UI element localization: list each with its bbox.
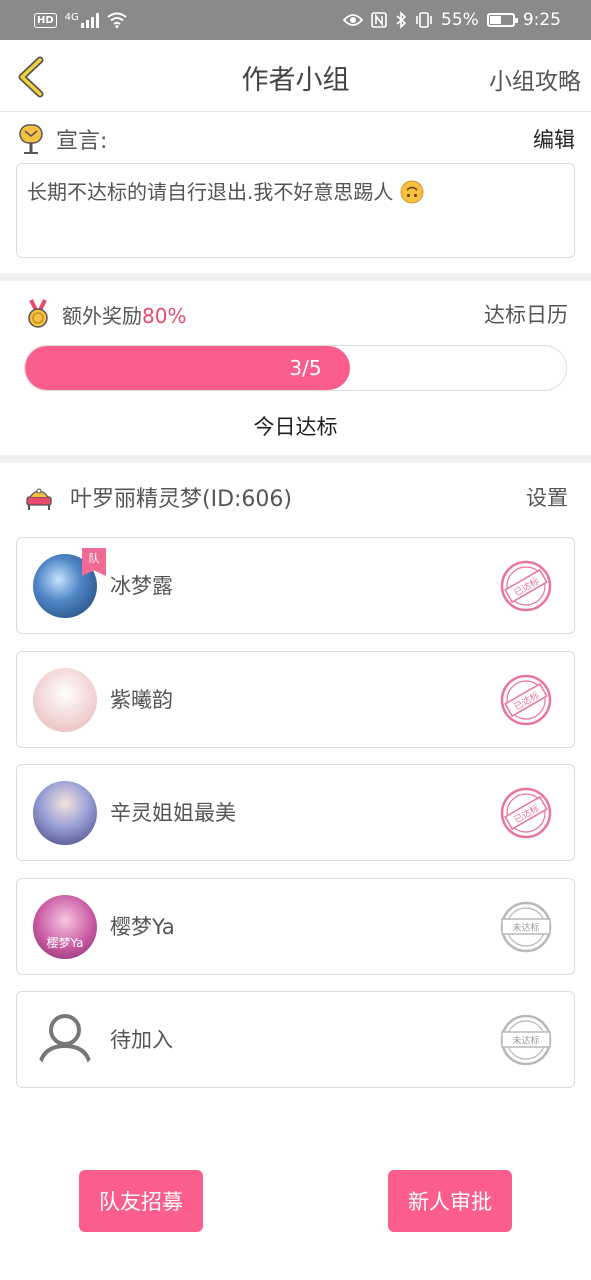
approve-button[interactable]: 新人审批: [388, 1170, 512, 1232]
upside-down-face-icon: [400, 180, 424, 204]
battery-percent: 55%: [441, 10, 479, 30]
reward-label-text: 额外奖励: [62, 303, 142, 328]
mailbox-icon: [19, 124, 43, 154]
vibrate-icon: [416, 12, 432, 28]
not-achieved-stamp-icon: 未达标: [500, 1014, 552, 1066]
achieved-stamp-icon: 已达标: [500, 560, 552, 612]
status-bar: HD 4G 55% 9:25: [0, 0, 591, 40]
member-name: 冰梦露: [110, 574, 173, 598]
bluetooth-icon: [396, 11, 407, 29]
member-card[interactable]: 辛灵姐姐最美 已达标: [16, 764, 575, 861]
signal-icon: [80, 12, 99, 28]
member-name: 紫曦韵: [110, 688, 173, 712]
today-label: 今日达标: [253, 415, 338, 439]
declaration-label: 宣言:: [56, 129, 108, 154]
edit-button[interactable]: 编辑: [533, 124, 575, 154]
progress-bar: 3/5: [24, 345, 567, 391]
throne-icon: [26, 488, 52, 510]
group-header: 叶罗丽精灵梦(ID:606) 设置: [24, 480, 568, 514]
calendar-link[interactable]: 达标日历: [484, 299, 568, 329]
recruit-button[interactable]: 队友招募: [79, 1170, 203, 1232]
reward-percent: 80%: [142, 303, 187, 328]
achieved-stamp-icon: 已达标: [500, 674, 552, 726]
reward-label: 额外奖励80%: [62, 300, 186, 329]
medal-icon: [28, 299, 48, 328]
not-achieved-stamp-icon: 未达标: [500, 901, 552, 953]
stamp-text: 未达标: [512, 1035, 539, 1047]
avatar: [33, 668, 97, 732]
eye-icon: [343, 14, 364, 26]
group-guide-link[interactable]: 小组攻略: [489, 62, 581, 96]
avatar: [33, 781, 97, 845]
member-card[interactable]: 队 冰梦露 已达标: [16, 537, 575, 634]
avatar-text: 樱梦Ya: [46, 936, 84, 950]
member-name: 待加入: [110, 1028, 173, 1052]
progress-fill: 3/5: [25, 346, 350, 390]
declaration-text-content: 长期不达标的请自行退出.我不好意思踢人: [27, 180, 394, 204]
header: 作者小组 小组攻略: [0, 40, 591, 112]
member-name: 辛灵姐姐最美: [110, 801, 236, 825]
member-card[interactable]: 紫曦韵 已达标: [16, 651, 575, 748]
reward-header: 额外奖励80% 达标日历: [26, 298, 568, 330]
member-card[interactable]: 樱梦Ya 樱梦Ya 未达标: [16, 878, 575, 975]
settings-link[interactable]: 设置: [526, 482, 568, 512]
clock: 9:25: [522, 10, 561, 30]
member-card[interactable]: 待加入 未达标: [16, 991, 575, 1088]
section-divider: [0, 455, 591, 463]
achieved-stamp-icon: 已达标: [500, 787, 552, 839]
battery-icon: [486, 13, 518, 27]
group-name: 叶罗丽精灵梦(ID:606): [70, 487, 292, 512]
section-divider: [0, 273, 591, 281]
avatar: 樱梦Ya: [33, 895, 97, 959]
declaration-text: 长期不达标的请自行退出.我不好意思踢人: [16, 163, 575, 258]
wifi-icon: [107, 12, 127, 28]
member-name: 樱梦Ya: [110, 915, 175, 939]
hd-badge: HD: [34, 12, 57, 28]
stamp-text: 未达标: [512, 922, 539, 934]
declaration-header: 宣言: 编辑: [18, 122, 575, 156]
user-placeholder-icon: [33, 1008, 97, 1072]
progress-text: 3/5: [289, 356, 322, 380]
network-label: 4G: [64, 12, 79, 23]
nfc-icon: [371, 12, 387, 28]
